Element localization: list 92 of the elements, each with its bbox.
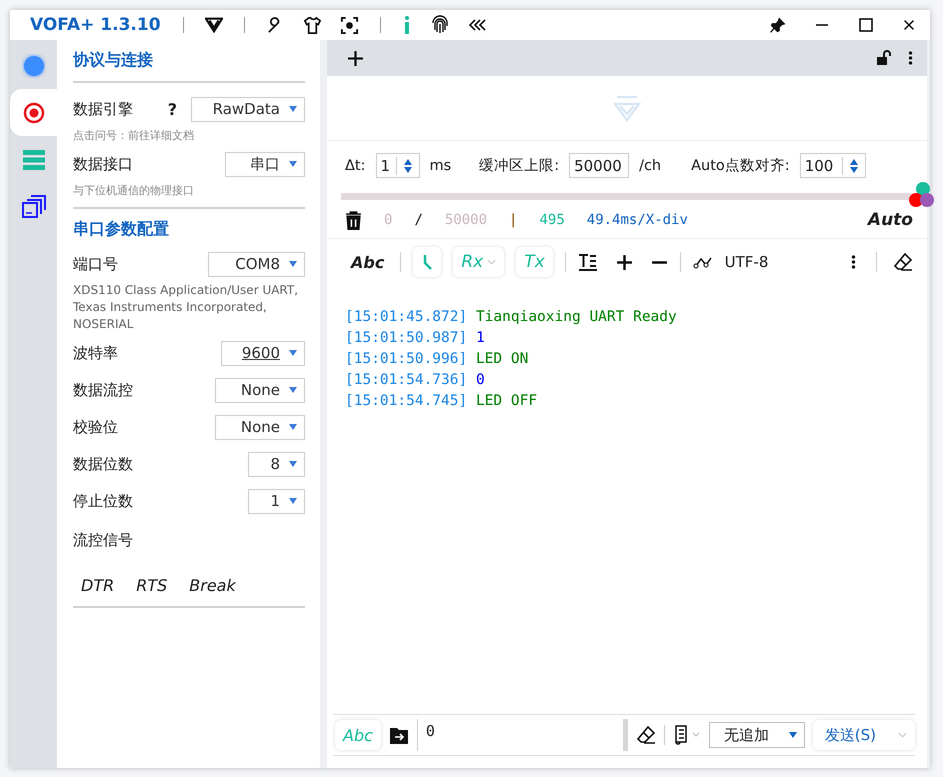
text-format-icon[interactable]: [578, 252, 598, 272]
add-icon[interactable]: [347, 50, 364, 66]
number-field[interactable]: 50000: [569, 153, 630, 178]
log-line: [15:01:54.736] 0: [345, 371, 486, 390]
field-label: Δt:: [345, 158, 366, 174]
slider-track[interactable]: [341, 193, 911, 200]
separator-text: /: [414, 212, 423, 228]
maximize-icon[interactable]: [858, 17, 874, 33]
fingerprint-icon[interactable]: [430, 15, 450, 35]
record-icon: [22, 100, 46, 124]
chevron-icon: [898, 732, 907, 738]
caret-icon: [788, 731, 798, 739]
format-toggle[interactable]: Abc: [351, 252, 384, 272]
number-field[interactable]: 100: [800, 153, 866, 178]
caret-icon: [288, 423, 298, 431]
clock-hand-icon: [422, 254, 432, 270]
trash-icon[interactable]: [345, 210, 362, 230]
caret-icon: [288, 386, 298, 394]
help-link[interactable]: ?: [168, 100, 177, 118]
signal-toggle[interactable]: RTS: [136, 576, 168, 595]
curve-icon[interactable]: [692, 255, 713, 269]
field-label: 波特率: [73, 344, 118, 362]
append-dropdown[interactable]: 无追加: [708, 722, 805, 748]
encoding-selector[interactable]: UTF-8: [724, 253, 768, 271]
windows-icon: [22, 194, 46, 218]
point-count: 495: [539, 212, 565, 228]
send-input[interactable]: 0: [416, 719, 628, 751]
range-end: 50000: [444, 212, 488, 228]
unit-label: ms: [430, 158, 452, 174]
caret-icon: [288, 160, 298, 168]
v-logo-icon[interactable]: [204, 17, 223, 33]
field-label: 数据引擎: [73, 100, 133, 118]
signal-toggle[interactable]: DTR: [81, 576, 114, 595]
field-label: Auto点数对齐:: [691, 156, 790, 175]
more-icon[interactable]: [851, 253, 856, 271]
focus-icon[interactable]: [340, 16, 359, 34]
close-icon[interactable]: [902, 18, 916, 32]
time-scale: 49.4ms/X-div: [586, 212, 688, 228]
eraser-icon[interactable]: [893, 252, 913, 272]
collapse-icon[interactable]: [468, 18, 488, 32]
hint-text: 与下位机通信的物理接口: [73, 183, 195, 199]
caret-icon: [288, 260, 298, 268]
script-icon[interactable]: [672, 725, 701, 745]
dot-icon: [22, 54, 46, 78]
hint-text: 点击问号：前往详细文档: [73, 128, 195, 144]
caret-icon: [288, 460, 298, 468]
dropdown[interactable]: RawData: [191, 96, 305, 122]
unlock-icon[interactable]: [876, 50, 892, 66]
unit-label: /ch: [639, 158, 662, 174]
more-icon[interactable]: [908, 49, 913, 67]
port-description: XDS110 Class Application/User UART, Texas Instruments Incorporated, NOSERIAL: [73, 282, 300, 333]
field-label: 数据位数: [73, 454, 133, 474]
pin-icon[interactable]: [769, 16, 786, 34]
caret-icon: [288, 349, 298, 357]
number-field[interactable]: 1: [376, 153, 420, 178]
dropdown[interactable]: 9600: [221, 340, 305, 366]
field-label: 停止位数: [73, 492, 133, 510]
logo-icon: [613, 94, 641, 122]
dropdown[interactable]: None: [215, 414, 305, 440]
file-send-icon[interactable]: [388, 725, 409, 745]
log-line: [15:01:50.987] 1: [345, 329, 486, 348]
log-line: [15:01:45.872] Tianqiaoxing UART Ready: [345, 308, 678, 327]
eraser-icon[interactable]: [636, 725, 656, 745]
log-line: [15:01:50.996] LED ON: [345, 350, 530, 369]
section-title: 串口参数配置: [73, 219, 169, 240]
dropdown[interactable]: 1: [248, 488, 305, 514]
caret-icon: [288, 105, 298, 113]
list-icon: [22, 148, 46, 172]
field-label: 数据接口: [73, 154, 133, 174]
caret-icon: [288, 497, 298, 505]
range-start: 0: [384, 212, 392, 228]
dropdown[interactable]: 串口: [225, 152, 305, 176]
signal-toggle[interactable]: Break: [189, 576, 236, 595]
field-label: 流控信号: [73, 530, 133, 550]
shirt-icon[interactable]: [302, 16, 322, 34]
rail-tab[interactable]: [10, 89, 57, 136]
timestamp-toggle[interactable]: [413, 247, 442, 277]
chevron-icon: [487, 259, 496, 265]
field-label: 缓冲区上限:: [479, 157, 560, 175]
field-label: 端口号: [73, 254, 118, 274]
zoom-in-icon[interactable]: [616, 254, 633, 270]
section-title: 协议与连接: [73, 50, 153, 71]
auto-button[interactable]: Auto: [868, 210, 913, 230]
dropdown[interactable]: COM8: [208, 252, 305, 276]
log-line: [15:01:54.745] LED OFF: [345, 392, 538, 411]
separator-text: |: [509, 212, 518, 228]
dropdown[interactable]: None: [215, 378, 305, 402]
window-title: VOFA+ 1.3.10: [30, 15, 161, 35]
field-label: 数据流控: [73, 380, 133, 400]
field-label: 校验位: [73, 418, 118, 436]
send-button[interactable]: 发送(S): [812, 720, 915, 750]
dropdown[interactable]: 8: [248, 452, 305, 476]
